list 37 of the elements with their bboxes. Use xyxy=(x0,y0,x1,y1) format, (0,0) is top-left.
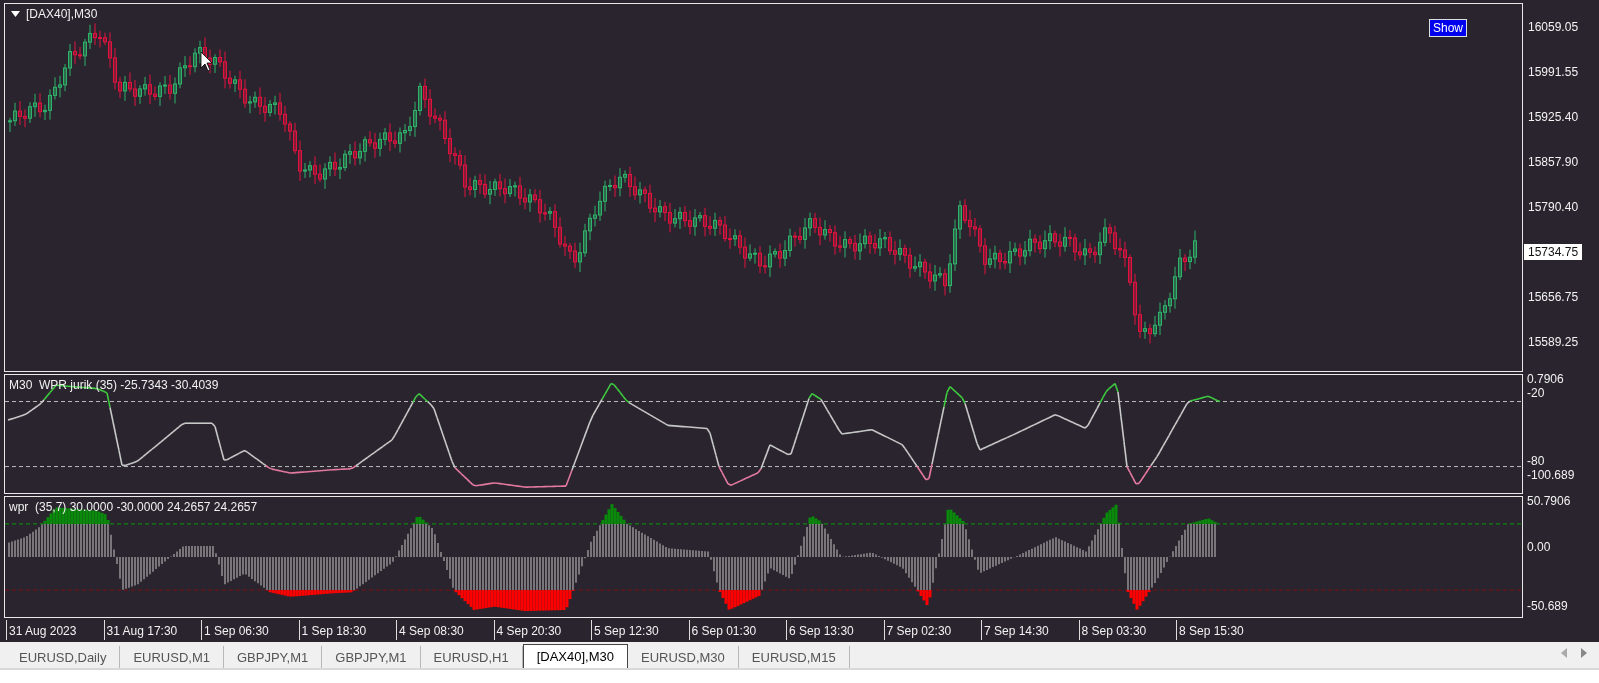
price-tick: 15857.90 xyxy=(1527,155,1580,170)
time-tick: 8 Sep 15:30 xyxy=(1176,620,1274,641)
time-tick: 7 Sep 14:30 xyxy=(981,620,1079,641)
price-tick: 15656.75 xyxy=(1527,290,1580,304)
indicator-tick: -100.689 xyxy=(1527,468,1575,483)
indicator-tick: 0.00 xyxy=(1527,540,1551,555)
time-tick: 6 Sep 13:30 xyxy=(786,620,884,641)
price-tick: 15790.40 xyxy=(1527,200,1580,215)
current-price-tag: 15734.75 xyxy=(1524,244,1583,261)
indicator-tick: 50.7906 xyxy=(1527,494,1571,509)
time-tick: 1 Sep 18:30 xyxy=(298,620,396,641)
time-tick: 6 Sep 01:30 xyxy=(688,620,786,641)
price-tick: 15991.55 xyxy=(1527,65,1580,80)
price-tick: 16059.05 xyxy=(1527,20,1580,35)
time-tick: 31 Aug 17:30 xyxy=(103,620,201,641)
price-tick: 15589.25 xyxy=(1527,334,1580,349)
chart-title: [DAX40],M30 xyxy=(26,7,98,21)
time-tick: 8 Sep 03:30 xyxy=(1078,620,1176,641)
scroll-right-icon[interactable] xyxy=(1581,648,1587,658)
cursor-icon xyxy=(200,51,213,72)
scroll-left-icon[interactable] xyxy=(1561,648,1567,658)
time-tick: 5 Sep 12:30 xyxy=(591,620,689,641)
price-tick: 15925.40 xyxy=(1527,110,1580,125)
time-tick: 1 Sep 06:30 xyxy=(201,620,299,641)
time-tick: 7 Sep 02:30 xyxy=(883,620,981,641)
indicator-tick: -50.689 xyxy=(1527,599,1568,614)
indicator-tick: 0.7906 xyxy=(1527,372,1564,387)
time-tick: 4 Sep 20:30 xyxy=(493,620,591,641)
price-chart[interactable]: [DAX40],M30 Show xyxy=(4,3,1523,373)
time-tick: 4 Sep 08:30 xyxy=(396,620,494,641)
indicator-tick: -80 xyxy=(1527,454,1545,469)
chart-tab[interactable]: [DAX40],M30 xyxy=(522,644,629,668)
dropdown-icon[interactable] xyxy=(11,11,20,17)
time-tick: 31 Aug 2023 xyxy=(6,620,104,641)
indicator-label: wpr (35,7) 30.0000 -30.0000 24.2657 24.2657 xyxy=(9,500,258,515)
indicator-tick: -20 xyxy=(1527,386,1545,401)
show-button[interactable]: Show xyxy=(1428,19,1467,37)
